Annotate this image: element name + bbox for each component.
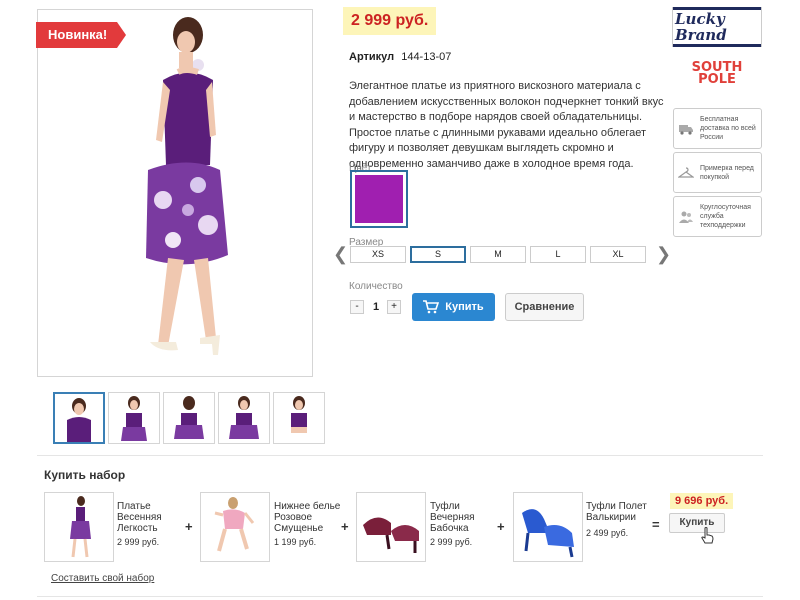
service-fitting: Примерка перед покупкой xyxy=(673,152,762,193)
service-delivery: Бесплатная доставка по всей России xyxy=(673,108,762,149)
set-item-name[interactable]: Туфли Полет Валькирии xyxy=(586,501,656,523)
set-total-price: 9 696 руб. xyxy=(670,493,734,509)
product-description: Элегантное платье из приятного вискозног… xyxy=(349,80,664,170)
set-item-name[interactable]: Туфли Вечерняя Бабочка xyxy=(430,501,500,534)
color-swatch-purple[interactable] xyxy=(350,170,408,228)
quantity-decrease-button[interactable]: - xyxy=(350,300,364,314)
make-own-set-link[interactable]: Составить свой набор xyxy=(51,573,154,584)
chevron-right-icon[interactable]: ❯ xyxy=(656,244,671,265)
thumbnail-2[interactable] xyxy=(108,392,160,444)
size-option[interactable]: M xyxy=(470,246,526,263)
thumbnail-1[interactable] xyxy=(53,392,105,444)
product-price: 2 999 руб. xyxy=(343,7,437,35)
plus-sign: + xyxy=(341,519,349,534)
size-selector: XS S M L XL xyxy=(350,246,646,263)
service-fitting-text: Примерка перед покупкой xyxy=(700,164,754,181)
plus-sign: + xyxy=(185,519,193,534)
new-badge: Новинка! xyxy=(36,22,127,48)
thumbnail-5[interactable] xyxy=(273,392,325,444)
size-option[interactable]: L xyxy=(530,246,586,263)
divider-bottom xyxy=(37,596,763,597)
thumbnail-strip xyxy=(53,392,325,444)
lucky-brand-logo-text: Lucky Brand xyxy=(673,7,761,47)
quantity-value[interactable]: 1 xyxy=(369,299,383,315)
service-delivery-text: Бесплатная доставка по всей России xyxy=(700,116,756,141)
equals-sign: = xyxy=(652,517,660,532)
buy-button[interactable]: Купить xyxy=(412,293,495,321)
truck-icon xyxy=(679,124,693,135)
set-item-name[interactable]: Нижнее белье Розовое Смущенье xyxy=(274,501,344,534)
thumbnail-4[interactable] xyxy=(218,392,270,444)
quantity-increase-button[interactable]: + xyxy=(387,300,401,314)
article-value: 144-13-07 xyxy=(401,51,452,63)
buy-button-label: Купить xyxy=(445,301,484,313)
set-item-image-shoes-valkyrie[interactable] xyxy=(513,492,583,562)
divider xyxy=(37,455,763,456)
set-item-price: 2 999 руб. xyxy=(430,537,473,547)
size-option[interactable]: XS xyxy=(350,246,406,263)
plus-sign: + xyxy=(497,519,505,534)
users-icon xyxy=(679,211,693,223)
southpole-line2: POLE xyxy=(698,72,736,87)
service-support: Круглосуточная служба техподдержки xyxy=(673,196,762,237)
compare-button[interactable]: Сравнение xyxy=(505,293,584,321)
quantity-label: Количество xyxy=(349,281,403,292)
thumbnail-3[interactable] xyxy=(163,392,215,444)
color-fill xyxy=(355,175,403,223)
set-item-price: 2 499 руб. xyxy=(586,528,629,538)
size-option[interactable]: XL xyxy=(590,246,646,263)
size-option-selected[interactable]: S xyxy=(410,246,466,263)
set-item-image-lingerie[interactable] xyxy=(200,492,270,562)
set-item-price: 1 199 руб. xyxy=(274,537,317,547)
hanger-icon xyxy=(678,166,694,178)
set-buy-button[interactable]: Купить xyxy=(669,513,725,533)
set-section-title: Купить набор xyxy=(44,468,126,482)
hand-cursor-icon xyxy=(701,527,714,544)
set-item-image-shoes-butterfly[interactable] xyxy=(356,492,426,562)
chevron-left-icon[interactable]: ❮ xyxy=(333,244,348,265)
article-label: Артикул xyxy=(349,51,395,63)
set-item-name[interactable]: Платье Весенняя Легкость xyxy=(117,501,187,534)
cart-icon xyxy=(423,300,440,314)
service-support-text: Круглосуточная служба техподдержки xyxy=(700,204,751,229)
main-product-image[interactable] xyxy=(37,9,313,377)
set-item-image-dress[interactable] xyxy=(44,492,114,562)
set-item-price: 2 999 руб. xyxy=(117,537,160,547)
southpole-logo-text: SOUTH POLE xyxy=(692,61,743,87)
article-number: Артикул 144-13-07 xyxy=(349,51,451,63)
brand-logo-lucky[interactable]: Lucky Brand xyxy=(672,7,762,47)
brand-logo-southpole[interactable]: SOUTH POLE xyxy=(672,54,762,94)
